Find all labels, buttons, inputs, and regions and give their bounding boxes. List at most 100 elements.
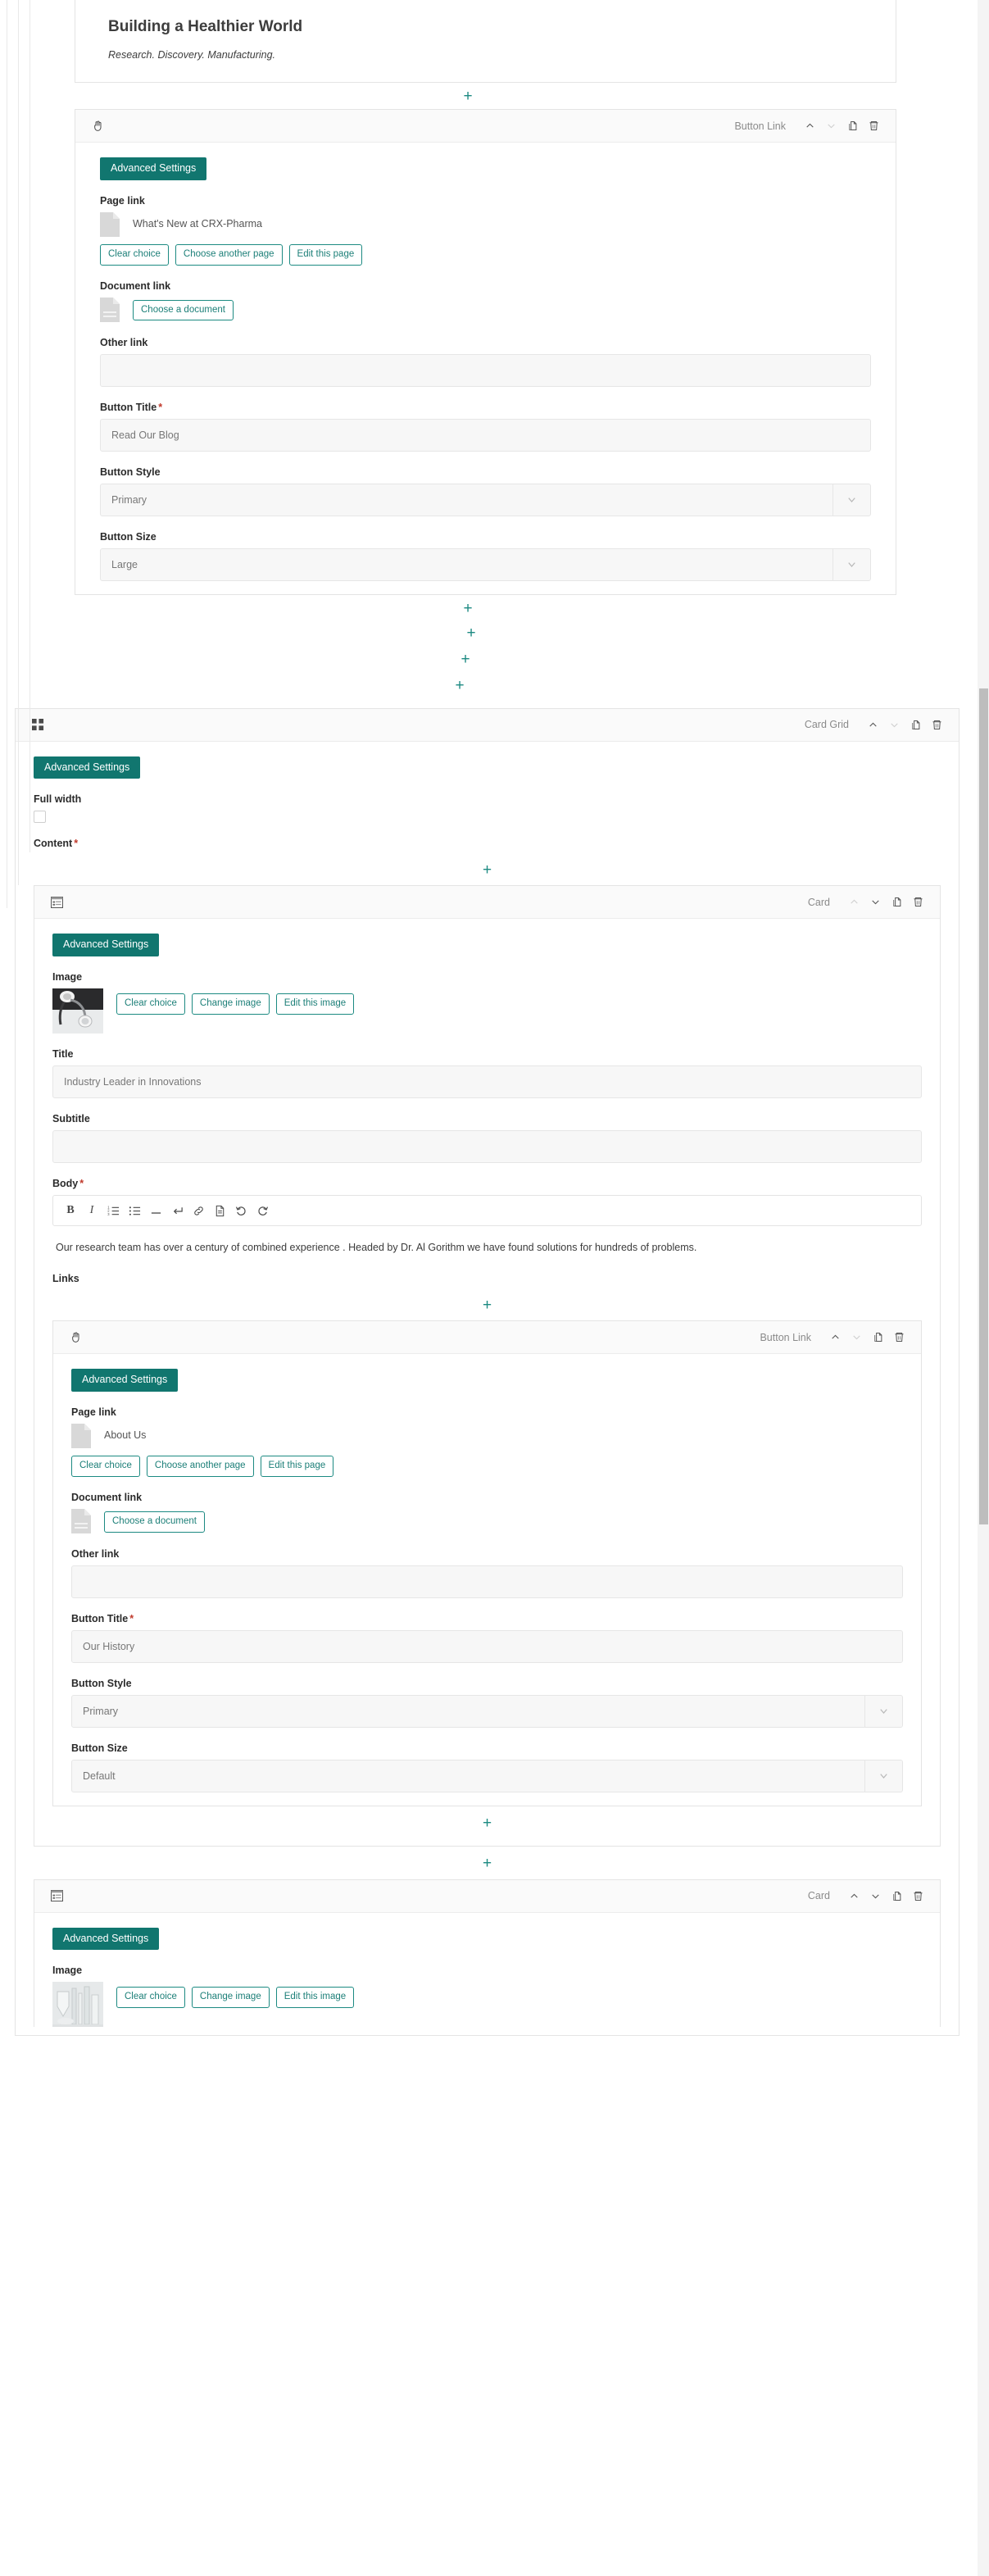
other-link-input[interactable] (100, 354, 871, 387)
other-link-input[interactable] (71, 1565, 903, 1598)
add-link-button[interactable]: + (483, 1815, 492, 1831)
move-down-icon[interactable] (866, 893, 884, 911)
image-thumbnail[interactable] (52, 988, 103, 1034)
hero-subtitle: Research. Discovery. Manufacturing. (108, 49, 863, 61)
button-title-label: Button Title* (100, 402, 871, 413)
button-title-label: Button Title* (71, 1613, 903, 1624)
delete-icon[interactable] (909, 893, 927, 911)
editor-page: Building a Healthier World Research. Dis… (0, 0, 989, 2036)
move-down-icon[interactable] (822, 117, 840, 135)
advanced-settings-button[interactable]: Advanced Settings (52, 934, 159, 956)
add-card-separator: + (34, 859, 941, 880)
button-size-select[interactable]: Large (100, 548, 871, 581)
line-break-icon[interactable] (166, 1200, 188, 1221)
button-title-input[interactable]: Read Our Blog (100, 419, 871, 452)
block-type-label: Card (808, 897, 830, 908)
move-up-icon[interactable] (845, 1887, 863, 1905)
advanced-settings-button[interactable]: Advanced Settings (34, 756, 140, 779)
choose-a-document-button[interactable]: Choose a document (133, 300, 234, 321)
add-block-button[interactable]: + (463, 601, 472, 616)
button-link-panel-2-header: Button Link (53, 1321, 921, 1354)
block-type-label: Button Link (734, 120, 786, 132)
subtitle-label: Subtitle (52, 1113, 922, 1124)
button-size-label: Button Size (100, 531, 871, 543)
links-label: Links (52, 1273, 922, 1284)
add-card-separator: + (34, 1853, 941, 1874)
clear-choice-button[interactable]: Clear choice (116, 993, 185, 1015)
italic-icon[interactable]: I (81, 1200, 102, 1221)
unordered-list-icon[interactable] (124, 1200, 145, 1221)
card-panel-1-header: Card (34, 886, 940, 919)
move-down-icon[interactable] (885, 716, 903, 734)
document-lines-icon (71, 1509, 91, 1533)
ordered-list-icon[interactable]: 1 2 3 (102, 1200, 124, 1221)
change-image-button[interactable]: Change image (192, 1987, 270, 2008)
add-block-button[interactable]: + (466, 625, 475, 641)
edit-this-image-button[interactable]: Edit this image (276, 1987, 354, 2008)
move-down-icon[interactable] (847, 1329, 865, 1347)
duplicate-icon[interactable] (906, 716, 924, 734)
move-up-icon[interactable] (864, 716, 882, 734)
delete-icon[interactable] (864, 117, 882, 135)
add-block-button[interactable]: + (455, 678, 464, 693)
move-up-icon[interactable] (826, 1329, 844, 1347)
title-input[interactable]: Industry Leader in Innovations (52, 1065, 922, 1098)
add-block-button[interactable]: + (463, 89, 472, 104)
subtitle-input[interactable] (52, 1130, 922, 1163)
choose-a-document-button[interactable]: Choose a document (104, 1511, 205, 1533)
delete-icon[interactable] (928, 716, 946, 734)
change-image-button[interactable]: Change image (192, 993, 270, 1015)
button-style-label: Button Style (100, 466, 871, 478)
edit-this-page-button[interactable]: Edit this page (289, 244, 363, 266)
add-block-button[interactable]: + (460, 652, 470, 667)
edit-this-image-button[interactable]: Edit this image (276, 993, 354, 1015)
body-editor-content[interactable]: Our research team has over a century of … (52, 1226, 922, 1260)
duplicate-icon[interactable] (843, 117, 861, 135)
page-link-actions: Clear choice Choose another page Edit th… (100, 244, 871, 266)
button-size-value: Large (111, 559, 832, 570)
duplicate-icon[interactable] (887, 893, 905, 911)
link-icon[interactable] (188, 1200, 209, 1221)
duplicate-icon[interactable] (869, 1329, 887, 1347)
delete-icon[interactable] (890, 1329, 908, 1347)
add-card-button[interactable]: + (483, 862, 492, 878)
button-title-input[interactable]: Our History (71, 1630, 903, 1663)
page-link-actions: Clear choice Choose another page Edit th… (71, 1456, 903, 1477)
delete-icon[interactable] (909, 1887, 927, 1905)
edit-this-page-button[interactable]: Edit this page (261, 1456, 334, 1477)
page-link-label: Page link (100, 195, 871, 207)
pointer-hand-icon (66, 1329, 84, 1347)
page-link-value: About Us (104, 1424, 146, 1441)
button-style-select[interactable]: Primary (100, 484, 871, 516)
clear-choice-button[interactable]: Clear choice (100, 244, 169, 266)
bold-icon[interactable]: B (60, 1200, 81, 1221)
choose-another-page-button[interactable]: Choose another page (175, 244, 283, 266)
add-block-separator: + (28, 623, 914, 644)
scrollbar-thumb[interactable] (979, 688, 988, 1524)
move-down-icon[interactable] (866, 1887, 884, 1905)
move-up-icon[interactable] (801, 117, 819, 135)
advanced-settings-button[interactable]: Advanced Settings (100, 157, 206, 180)
image-thumbnail[interactable] (52, 1982, 103, 2027)
move-up-icon[interactable] (845, 893, 863, 911)
button-style-select[interactable]: Primary (71, 1695, 903, 1728)
add-card-button[interactable]: + (483, 1856, 492, 1871)
duplicate-icon[interactable] (887, 1887, 905, 1905)
card-panel-2-header: Card (34, 1880, 940, 1913)
clear-choice-button[interactable]: Clear choice (116, 1987, 185, 2008)
undo-icon[interactable] (230, 1200, 252, 1221)
redo-icon[interactable] (252, 1200, 273, 1221)
clear-choice-button[interactable]: Clear choice (71, 1456, 140, 1477)
button-size-select[interactable]: Default (71, 1760, 903, 1792)
choose-another-page-button[interactable]: Choose another page (147, 1456, 254, 1477)
add-link-button[interactable]: + (483, 1297, 492, 1313)
full-width-checkbox[interactable] (34, 811, 46, 823)
horizontal-rule-icon[interactable] (145, 1200, 166, 1221)
advanced-settings-button[interactable]: Advanced Settings (52, 1928, 159, 1951)
button-link-panel-1: Button Link A (75, 109, 896, 595)
advanced-settings-button[interactable]: Advanced Settings (71, 1369, 178, 1392)
document-link-label: Document link (71, 1492, 903, 1503)
pointer-hand-icon (88, 117, 107, 135)
document-placeholder-icon (100, 212, 120, 237)
document-link-icon[interactable] (209, 1200, 230, 1221)
